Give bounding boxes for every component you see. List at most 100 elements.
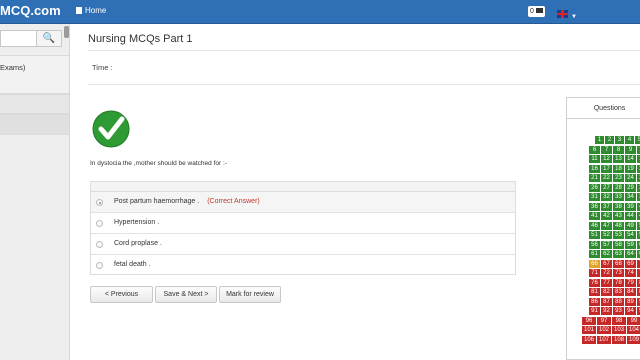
question-number-108[interactable]: 108 <box>612 335 626 344</box>
question-number-73[interactable]: 73 <box>613 269 624 277</box>
question-number-18[interactable]: 18 <box>613 164 624 173</box>
question-number-72[interactable]: 72 <box>601 269 612 277</box>
question-number-102[interactable]: 102 <box>597 326 611 334</box>
question-number-54[interactable]: 54 <box>625 231 636 239</box>
question-number-31[interactable]: 31 <box>589 193 600 201</box>
question-number-9[interactable]: 9 <box>625 145 636 154</box>
question-number-87[interactable]: 87 <box>601 297 612 306</box>
question-number-22[interactable]: 22 <box>601 174 612 182</box>
sidebar-item-exams[interactable]: Exams) <box>0 55 69 94</box>
question-number-56[interactable]: 56 <box>589 240 600 249</box>
question-number-42[interactable]: 42 <box>601 212 612 220</box>
question-number-41[interactable]: 41 <box>589 212 600 220</box>
mark-for-review-button[interactable]: Mark for review <box>219 286 281 303</box>
language-dropdown[interactable]: ▼ <box>557 6 579 20</box>
question-number-86[interactable]: 86 <box>589 297 600 306</box>
question-number-27[interactable]: 27 <box>601 183 612 192</box>
question-number-36[interactable]: 36 <box>589 202 600 211</box>
question-number-61[interactable]: 61 <box>589 250 600 258</box>
question-number-67[interactable]: 67 <box>601 259 612 268</box>
question-number-69[interactable]: 69 <box>625 259 636 268</box>
question-number-29[interactable]: 29 <box>625 183 636 192</box>
question-number-103[interactable]: 103 <box>612 326 626 334</box>
question-number-38[interactable]: 38 <box>613 202 624 211</box>
question-number-19[interactable]: 19 <box>625 164 636 173</box>
question-number-107[interactable]: 107 <box>597 335 611 344</box>
question-number-53[interactable]: 53 <box>613 231 624 239</box>
question-number-12[interactable]: 12 <box>601 155 612 163</box>
question-number-21[interactable]: 21 <box>589 174 600 182</box>
brand-logo[interactable]: MCQ.com <box>0 3 61 18</box>
question-number-33[interactable]: 33 <box>613 193 624 201</box>
question-number-59[interactable]: 59 <box>625 240 636 249</box>
question-number-97[interactable]: 97 <box>597 316 611 325</box>
question-number-3[interactable]: 3 <box>615 136 624 144</box>
question-number-16[interactable]: 16 <box>589 164 600 173</box>
question-number-71[interactable]: 71 <box>589 269 600 277</box>
sidebar-scrollbar[interactable] <box>64 26 69 38</box>
question-number-44[interactable]: 44 <box>625 212 636 220</box>
question-number-93[interactable]: 93 <box>613 307 624 315</box>
option-row[interactable]: Cord proplase . <box>91 234 515 255</box>
question-number-99[interactable]: 99 <box>627 316 640 325</box>
question-number-58[interactable]: 58 <box>613 240 624 249</box>
nav-home-link[interactable]: Home <box>76 6 106 15</box>
question-number-47[interactable]: 47 <box>601 221 612 230</box>
question-number-39[interactable]: 39 <box>625 202 636 211</box>
option-radio[interactable] <box>96 241 103 248</box>
question-number-94[interactable]: 94 <box>625 307 636 315</box>
question-number-28[interactable]: 28 <box>613 183 624 192</box>
question-number-104[interactable]: 104 <box>627 326 640 334</box>
question-number-78[interactable]: 78 <box>613 278 624 287</box>
question-number-106[interactable]: 106 <box>582 335 596 344</box>
question-number-2[interactable]: 2 <box>605 136 614 144</box>
question-number-43[interactable]: 43 <box>613 212 624 220</box>
question-number-89[interactable]: 89 <box>625 297 636 306</box>
save-next-button[interactable]: Save & Next > <box>155 286 217 303</box>
question-number-101[interactable]: 101 <box>582 326 596 334</box>
question-number-14[interactable]: 14 <box>625 155 636 163</box>
question-number-11[interactable]: 11 <box>589 155 600 163</box>
option-row[interactable]: Post partum haemorrhage . (Correct Answer… <box>91 192 515 213</box>
question-number-13[interactable]: 13 <box>613 155 624 163</box>
question-number-109[interactable]: 109 <box>627 335 640 344</box>
question-number-57[interactable]: 57 <box>601 240 612 249</box>
question-number-79[interactable]: 79 <box>625 278 636 287</box>
sidebar-item-3[interactable] <box>0 114 69 135</box>
question-number-26[interactable]: 26 <box>589 183 600 192</box>
option-radio[interactable] <box>96 220 103 227</box>
question-number-17[interactable]: 17 <box>601 164 612 173</box>
question-number-1[interactable]: 1 <box>595 136 604 144</box>
question-number-4[interactable]: 4 <box>625 136 634 144</box>
question-number-8[interactable]: 8 <box>613 145 624 154</box>
question-number-7[interactable]: 7 <box>601 145 612 154</box>
question-number-82[interactable]: 82 <box>601 288 612 296</box>
question-number-62[interactable]: 62 <box>601 250 612 258</box>
question-number-83[interactable]: 83 <box>613 288 624 296</box>
question-number-96[interactable]: 96 <box>582 316 596 325</box>
question-number-37[interactable]: 37 <box>601 202 612 211</box>
question-number-98[interactable]: 98 <box>612 316 626 325</box>
question-number-63[interactable]: 63 <box>613 250 624 258</box>
sidebar-search-input[interactable] <box>0 30 36 47</box>
option-row[interactable]: Hypertension . <box>91 213 515 234</box>
question-number-84[interactable]: 84 <box>625 288 636 296</box>
sidebar-search-button[interactable]: 🔍 <box>36 30 62 47</box>
question-number-49[interactable]: 49 <box>625 221 636 230</box>
question-number-76[interactable]: 76 <box>589 278 600 287</box>
question-number-6[interactable]: 6 <box>589 145 600 154</box>
option-row[interactable]: fetal death . <box>91 255 515 276</box>
question-number-32[interactable]: 32 <box>601 193 612 201</box>
question-number-24[interactable]: 24 <box>625 174 636 182</box>
sidebar-item-2[interactable] <box>0 94 69 114</box>
question-number-64[interactable]: 64 <box>625 250 636 258</box>
question-number-77[interactable]: 77 <box>601 278 612 287</box>
question-number-74[interactable]: 74 <box>625 269 636 277</box>
question-number-88[interactable]: 88 <box>613 297 624 306</box>
question-number-23[interactable]: 23 <box>613 174 624 182</box>
question-number-68[interactable]: 68 <box>613 259 624 268</box>
question-number-66[interactable]: 66 <box>589 259 600 268</box>
option-radio[interactable] <box>96 262 103 269</box>
question-number-5[interactable]: 5 <box>635 136 640 144</box>
option-radio[interactable] <box>96 199 103 206</box>
